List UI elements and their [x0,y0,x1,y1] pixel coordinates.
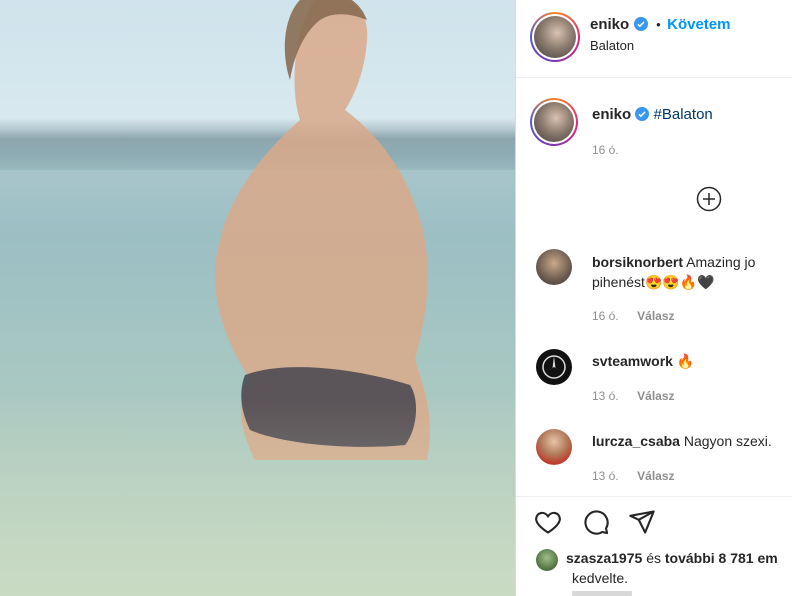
location-link[interactable]: Balaton [590,38,634,53]
comment-body: svteamwork 🔥 [592,351,694,371]
comment-avatar[interactable] [536,429,572,465]
comment-username[interactable]: borsiknorbert [592,254,683,270]
likes-suffix: kedvelte. [572,570,629,586]
separator-dot: • [656,17,661,32]
header-username[interactable]: eniko [590,16,629,33]
liker-avatar[interactable] [536,549,558,571]
truncated-text [572,591,632,596]
reply-button[interactable]: Válasz [637,309,674,323]
share-icon[interactable] [628,508,656,536]
comment-body: lurcza_csaba Nagyon szexi. [592,431,772,451]
comment-time: 16 ó. [592,309,619,323]
reply-button[interactable]: Válasz [637,469,674,483]
caption-avatar[interactable] [530,98,578,146]
reply-button[interactable]: Válasz [637,389,674,403]
mercedes-logo-icon [542,355,566,379]
comment-text-line2: pihenést [592,274,645,290]
comment-time: 13 ó. [592,389,619,403]
comment-username[interactable]: lurcza_csaba [592,433,680,449]
caption-username[interactable]: eniko [592,106,631,123]
comment-text: 🔥 [676,353,695,369]
verified-icon [635,107,650,121]
comment-avatar[interactable] [536,249,572,285]
comment-time: 13 ó. [592,469,619,483]
verified-icon [633,17,648,31]
header-avatar[interactable] [530,12,580,62]
heart-icon[interactable] [534,508,562,536]
likes-connector: és [646,550,661,566]
likes-line: szasza1975 és további 8 781 em [566,550,778,566]
comment-text: Nagyon szexi. [683,433,772,449]
likes-others[interactable]: további 8 781 em [665,550,778,566]
caption-hashtag[interactable]: #Balaton [654,106,713,123]
comment-body: borsiknorbert Amazing jo pihenést😍😍🔥🖤 [592,252,787,292]
comment-username[interactable]: svteamwork [592,353,673,369]
add-icon[interactable] [696,186,722,212]
comment-icon[interactable] [582,508,610,536]
water-foreground [0,400,515,596]
post-photo[interactable] [0,0,515,596]
divider [516,496,792,497]
caption-time: 16 ó. [592,143,619,157]
comment-text: Amazing jo [686,254,756,270]
follow-button[interactable]: Követem [667,16,730,33]
post-side-panel: eniko • Követem Balaton eniko #Balaton 1… [515,0,792,596]
comment-avatar[interactable] [536,349,572,385]
post-header: eniko • Követem Balaton [516,0,792,78]
comment-emojis: 😍😍🔥🖤 [644,274,715,290]
liker-username[interactable]: szasza1975 [566,550,642,566]
